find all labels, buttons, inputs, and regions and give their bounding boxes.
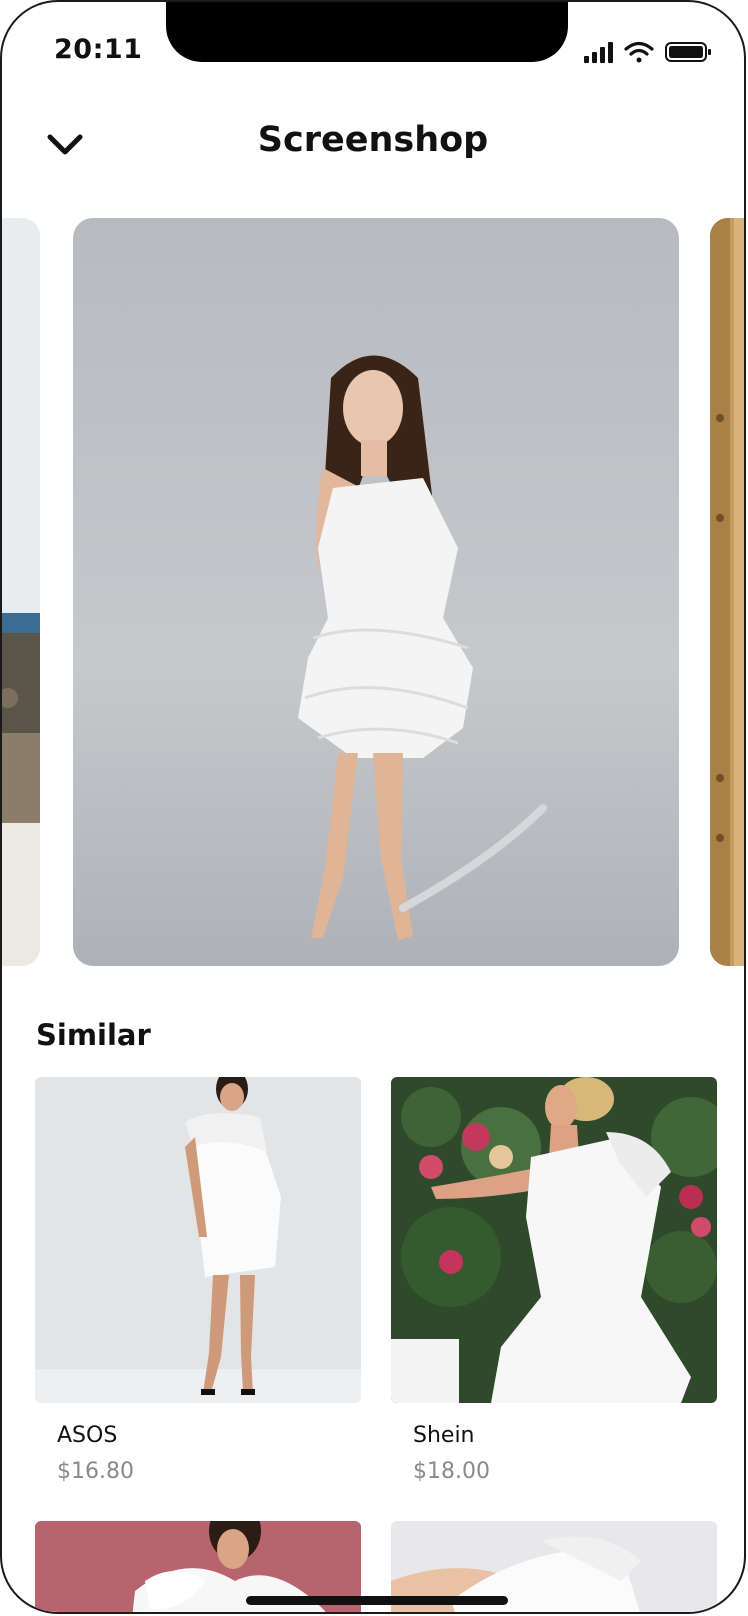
product-image[interactable] (391, 1077, 717, 1403)
similar-section-title: Similar (36, 1018, 151, 1052)
page-title: Screenshop (257, 120, 489, 160)
status-time: 20:11 (54, 34, 143, 65)
signal-icon (584, 42, 613, 63)
product-image[interactable] (35, 1077, 361, 1403)
home-indicator (246, 1596, 508, 1605)
product-brand: ASOS (57, 1423, 118, 1448)
wifi-icon (624, 41, 654, 63)
device-notch (166, 2, 568, 62)
carousel-main-image[interactable] (73, 218, 679, 966)
product-price: $16.80 (57, 1459, 134, 1484)
battery-icon (665, 42, 711, 62)
phone-frame: 20:11 Screenshop Similar ASOS $16.80 She… (0, 0, 746, 1614)
product-brand: Shein (413, 1423, 475, 1448)
carousel-prev-image[interactable] (2, 218, 40, 966)
status-icons (584, 40, 714, 64)
product-price: $18.00 (413, 1459, 490, 1484)
carousel-next-image[interactable] (710, 218, 744, 966)
